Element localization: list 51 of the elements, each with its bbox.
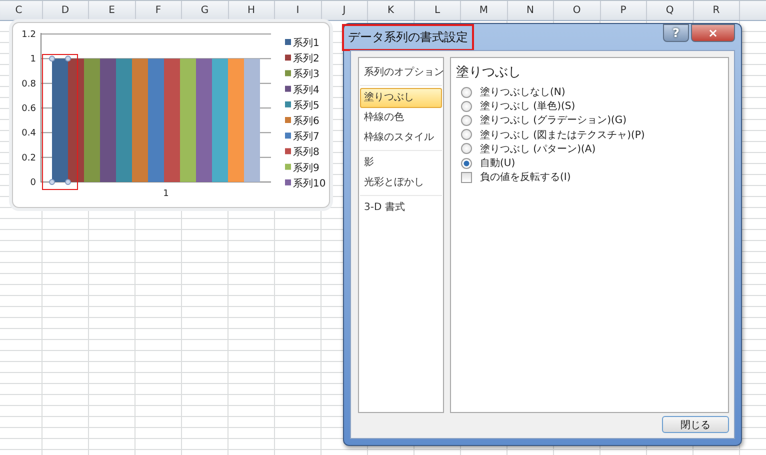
option-label: 塗りつぶし (パターン)(A) <box>480 142 596 156</box>
column-header[interactable]: K <box>368 1 414 20</box>
axis-tick-label: 0.8 <box>22 79 36 90</box>
column-header[interactable]: R <box>694 1 740 20</box>
column-header[interactable]: O <box>554 1 600 20</box>
legend-label: 系列2 <box>293 54 320 65</box>
column-header[interactable]: P <box>600 1 647 20</box>
column-header[interactable]: Q <box>647 1 694 20</box>
category-item[interactable]: 枠線のスタイル <box>360 128 442 148</box>
radio-button[interactable] <box>461 143 472 154</box>
axis-tick-label: 0.2 <box>22 153 36 164</box>
option-label: 塗りつぶし (グラデーション)(G) <box>480 114 627 128</box>
option-label: 負の値を反転する(I) <box>480 171 571 184</box>
category-item[interactable]: 光彩とぼかし <box>360 173 442 193</box>
category-item[interactable]: 枠線の色 <box>360 108 442 128</box>
axis-tick-label: 1.2 <box>22 30 36 40</box>
legend-label: 系列9 <box>293 162 320 174</box>
section-heading: 塗りつぶし <box>456 64 522 81</box>
radio-button[interactable] <box>461 114 472 126</box>
legend-label: 系列7 <box>293 132 320 143</box>
option-label: 塗りつぶし (図またはテクスチャ)(P) <box>480 128 645 142</box>
category-item[interactable]: 3-D 書式 <box>360 198 442 218</box>
category-item[interactable]: 系列のオプション <box>360 63 442 83</box>
close-button[interactable]: 閉じる <box>662 416 729 433</box>
column-header[interactable]: M <box>461 1 508 20</box>
option-label: 塗りつぶし (単色)(S) <box>480 100 576 114</box>
option-label: 自動(U) <box>480 157 516 170</box>
legend-label: 系列6 <box>293 116 320 127</box>
checkbox[interactable] <box>461 172 472 183</box>
axis-tick-label: 0.6 <box>22 104 36 114</box>
window-title: データ系列の書式設定 <box>344 26 472 48</box>
category-item[interactable]: 塗りつぶし <box>360 88 442 108</box>
radio-button[interactable] <box>461 100 472 112</box>
radio-button[interactable] <box>461 158 472 169</box>
column-header[interactable]: L <box>414 1 461 20</box>
axis-tick-label: 0.4 <box>22 128 36 139</box>
column-header[interactable]: N <box>508 1 554 20</box>
legend-label: 系列3 <box>293 69 320 80</box>
axis-category-label: 1 <box>163 189 169 199</box>
axis-tick-label: 0 <box>30 178 36 188</box>
axis-tick-label: 1 <box>30 54 36 65</box>
legend-label: 系列1 <box>293 38 320 49</box>
legend-label: 系列10 <box>293 178 326 190</box>
chart-area[interactable]: 0 0.2 0.4 0.6 0.8 1 1.2 1 系列1 系列2 系列3 系列4 系列5 系列6 系列7 系列8 系列9 系列10 <box>12 22 330 208</box>
radio-button[interactable] <box>461 129 472 140</box>
category-item[interactable]: 影 <box>360 153 442 173</box>
radio-button[interactable] <box>461 86 472 98</box>
option-label: 塗りつぶしなし(N) <box>480 86 566 100</box>
legend-label: 系列4 <box>293 84 320 96</box>
legend-label: 系列8 <box>293 147 320 158</box>
legend-label: 系列5 <box>293 100 320 112</box>
